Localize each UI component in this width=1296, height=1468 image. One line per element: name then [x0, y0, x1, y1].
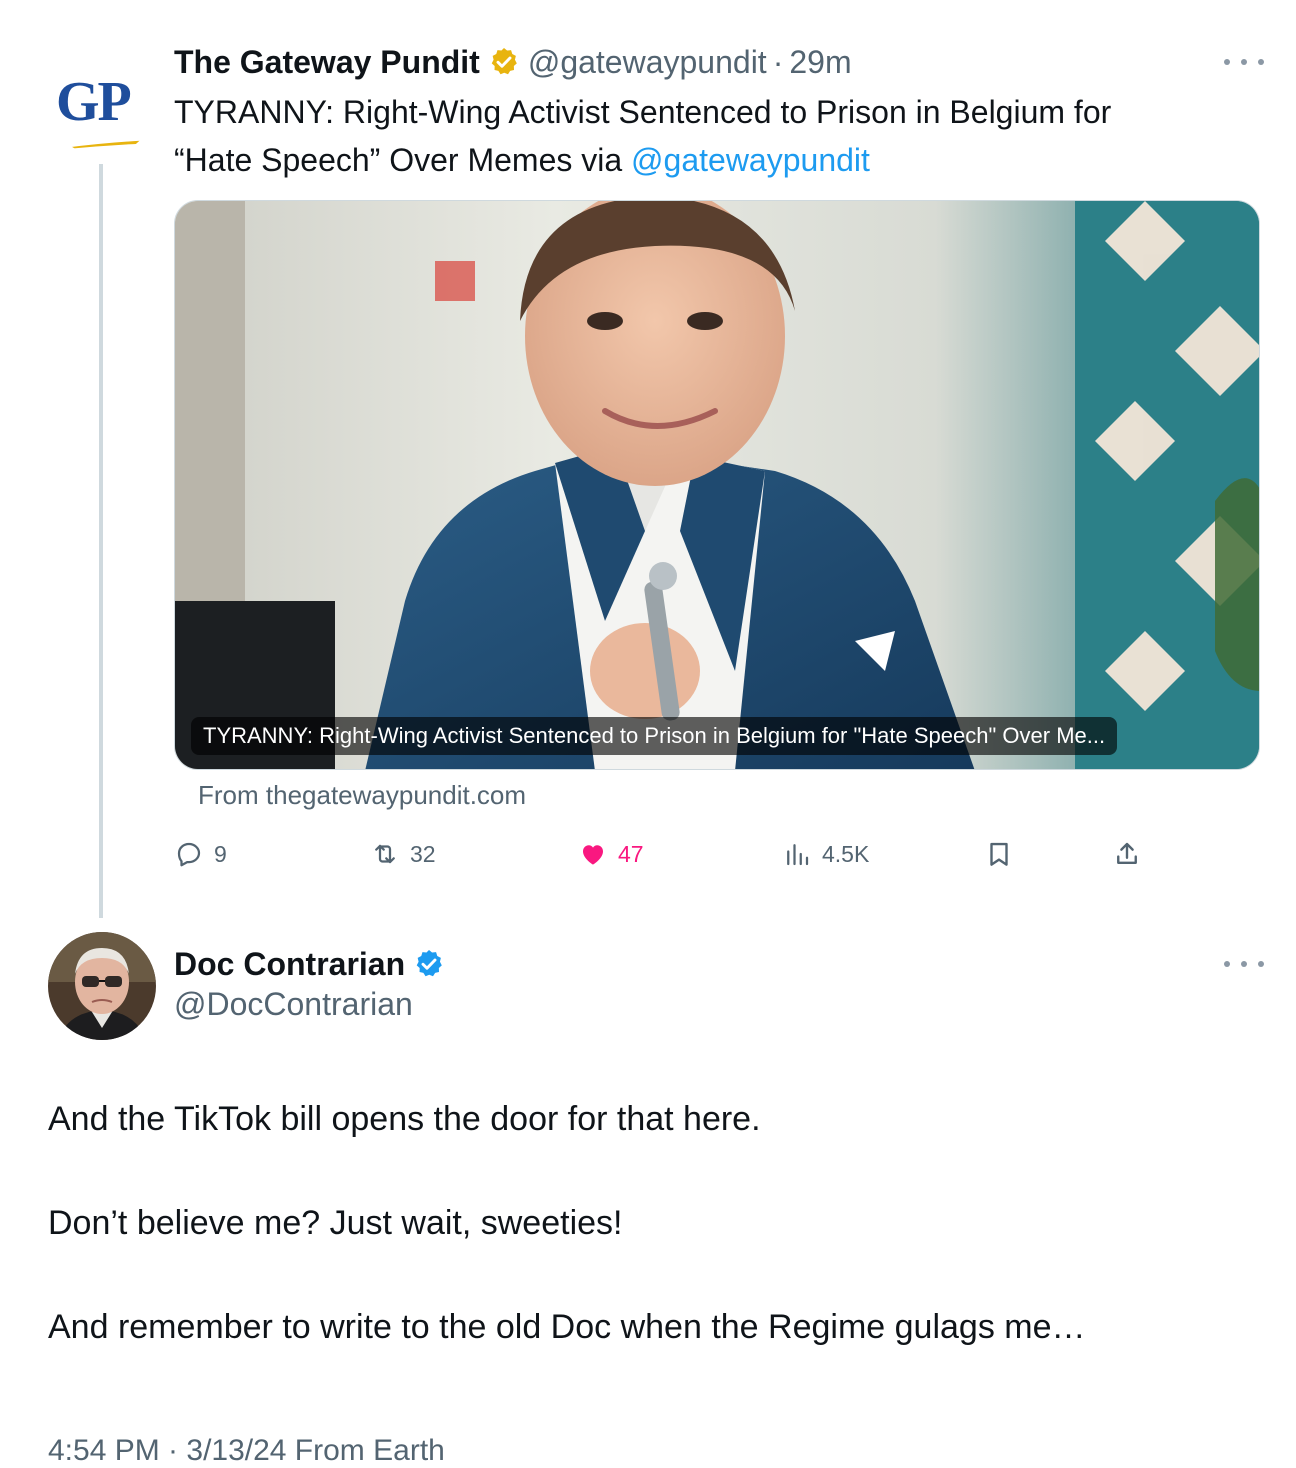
repost-count: 32 [410, 840, 436, 867]
more-icon[interactable] [1224, 952, 1264, 976]
card-source[interactable]: From thegatewaypundit.com [198, 780, 526, 811]
verified-badge-icon [416, 950, 442, 977]
like-button[interactable]: 47 [578, 832, 644, 876]
reply-icon [177, 842, 201, 867]
views-count: 4.5K [822, 840, 870, 867]
link-card[interactable]: TYRANNY: Right-Wing Activist Sentenced t… [174, 200, 1260, 770]
mention-link[interactable]: @gatewaypundit [631, 142, 870, 178]
author-handle[interactable]: @gatewaypundit [528, 44, 767, 81]
like-count: 47 [618, 840, 644, 867]
share-button[interactable] [1112, 832, 1142, 876]
parent-tweet-header: The Gateway Pundit @gatewaypundit · 29m [174, 40, 852, 84]
views-button[interactable]: 4.5K [782, 832, 869, 876]
tweet-text-line: And the TikTok bill opens the door for t… [48, 1100, 761, 1138]
card-caption: TYRANNY: Right-Wing Activist Sentenced t… [191, 717, 1118, 755]
heart-icon [583, 845, 603, 865]
views-icon [787, 844, 809, 866]
repost-icon [375, 844, 395, 864]
separator-dot: · [772, 43, 784, 80]
tweet-actions-bar: 9 32 47 4.5K [174, 832, 1154, 876]
thread-connector-line [99, 164, 103, 918]
author-name[interactable]: Doc Contrarian [174, 946, 405, 983]
card-photo [175, 201, 1259, 769]
avatar-logo-text: GP [56, 71, 132, 133]
avatar-photo [48, 932, 156, 1040]
tweet-text-line: “Hate Speech” Over Memes via @gatewaypun… [174, 136, 1234, 184]
bookmark-icon [990, 842, 1008, 866]
share-icon [1117, 842, 1137, 864]
main-tweet-author-row: Doc Contrarian [174, 942, 445, 986]
gateway-pundit-avatar[interactable]: GP [48, 48, 156, 156]
author-name[interactable]: The Gateway Pundit [174, 44, 480, 81]
logo-swoosh [56, 140, 156, 150]
tweet-text-prefix: “Hate Speech” Over Memes via [174, 142, 632, 178]
doc-contrarian-avatar[interactable] [48, 932, 156, 1040]
repost-button[interactable]: 32 [370, 832, 436, 876]
parent-tweet-text: TYRANNY: Right-Wing Activist Sentenced t… [174, 88, 1234, 184]
bookmark-button[interactable] [984, 832, 1014, 876]
tweet-text-line: And remember to write to the old Doc whe… [48, 1308, 1086, 1346]
verified-badge-icon [491, 48, 517, 75]
more-icon[interactable] [1224, 50, 1264, 74]
tweet-time[interactable]: 29m [789, 44, 851, 81]
reply-button[interactable]: 9 [174, 832, 227, 876]
tweet-timestamp[interactable]: 4:54 PM · 3/13/24 From Earth [48, 1434, 445, 1468]
tweet-text-line: TYRANNY: Right-Wing Activist Sentenced t… [174, 94, 1112, 130]
reply-count: 9 [214, 840, 227, 867]
tweet-thread: GP The Gateway Pundit @gatewaypundit · 2… [0, 0, 1296, 1468]
tweet-text-line: Don’t believe me? Just wait, sweeties! [48, 1204, 623, 1242]
author-handle[interactable]: @DocContrarian [174, 986, 413, 1023]
